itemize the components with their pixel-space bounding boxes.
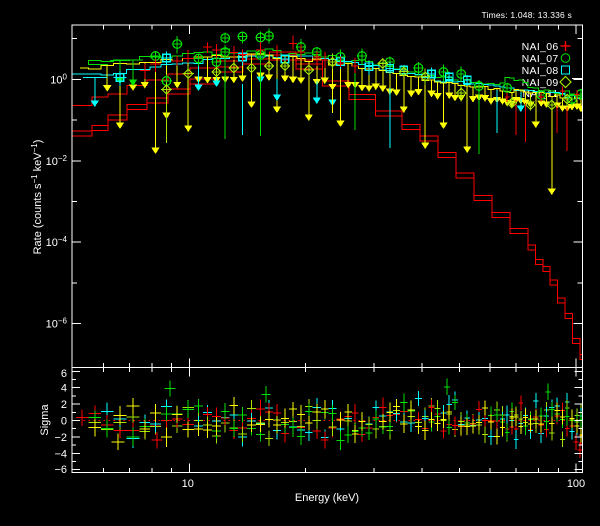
svg-text:Rate (counts s−1 keV−1): Rate (counts s−1 keV−1) xyxy=(30,140,44,255)
svg-text:0: 0 xyxy=(61,416,67,428)
svg-text:−6: −6 xyxy=(54,464,67,476)
svg-text:−4: −4 xyxy=(54,448,67,460)
svg-text:100: 100 xyxy=(567,478,585,490)
svg-text:NAI_07: NAI_07 xyxy=(522,53,559,65)
svg-text:6: 6 xyxy=(61,368,67,380)
svg-text:Sigma: Sigma xyxy=(39,404,51,436)
svg-text:10: 10 xyxy=(182,478,194,490)
svg-text:4: 4 xyxy=(61,383,67,395)
svg-text:Times: 1.048: 13.336 s: Times: 1.048: 13.336 s xyxy=(481,10,572,20)
svg-text:NAI_06: NAI_06 xyxy=(522,41,559,53)
svg-text:−2: −2 xyxy=(54,432,67,444)
svg-text:Energy (keV): Energy (keV) xyxy=(295,492,359,504)
svg-text:NAI_08: NAI_08 xyxy=(522,65,559,77)
svg-text:2: 2 xyxy=(61,399,67,411)
